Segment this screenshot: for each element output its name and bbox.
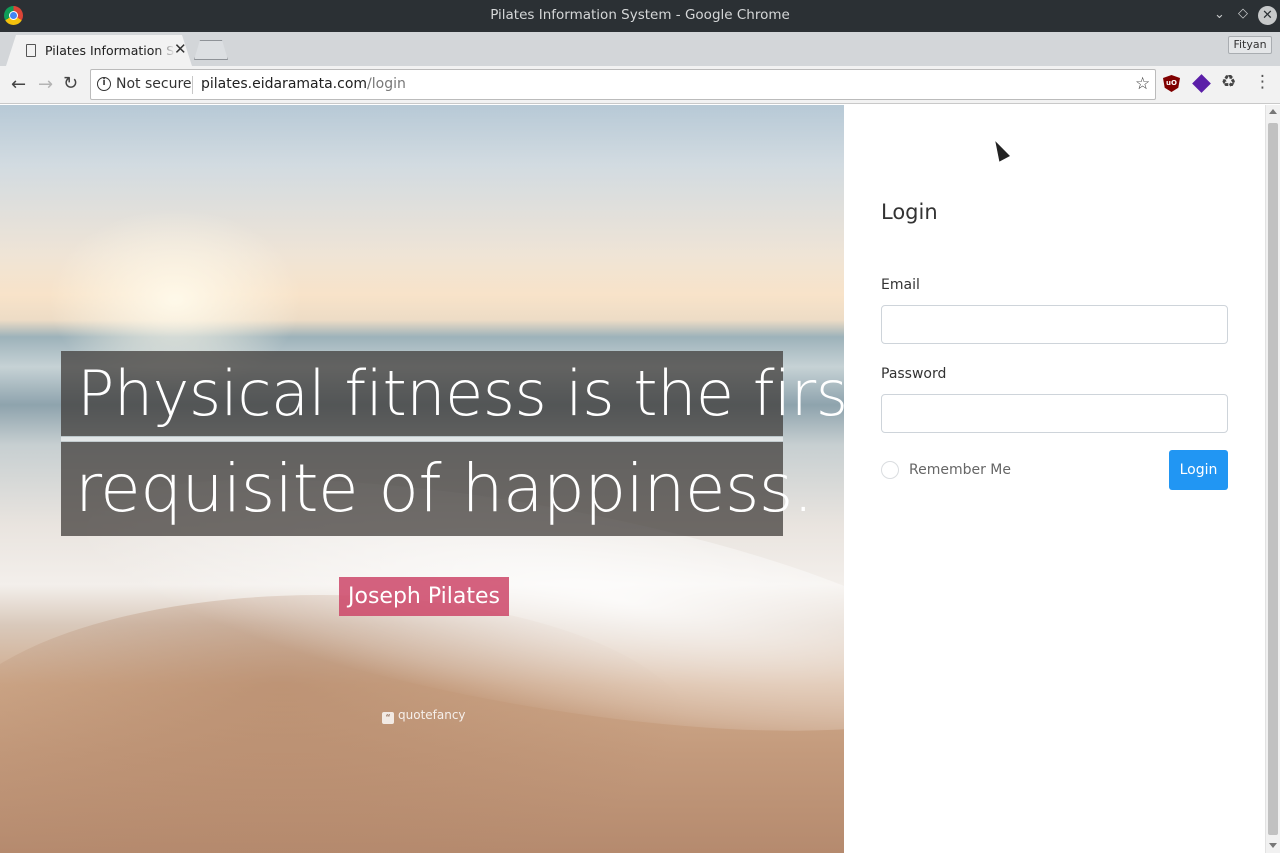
scroll-up-arrow-icon[interactable] [1269, 109, 1277, 114]
chevron-down-icon[interactable]: ⌄ [1214, 7, 1225, 22]
document-icon [26, 44, 36, 57]
page-scrollbar[interactable] [1265, 105, 1280, 853]
quote-author: Joseph Pilates [339, 577, 509, 616]
tab-strip: Pilates Information System ✕ Fityan [0, 32, 1280, 66]
restore-icon[interactable]: ◇ [1238, 6, 1248, 21]
info-icon[interactable]: i [97, 77, 111, 91]
page-viewport: Physical fitness is the first requisite … [0, 105, 1280, 853]
address-bar[interactable]: i Not secure pilates.eidaramata.com/logi… [90, 69, 1156, 100]
login-panel: Login Email Password Remember Me Login [844, 105, 1265, 853]
tab-title: Pilates Information System [45, 43, 175, 58]
new-tab-button[interactable] [194, 40, 228, 60]
login-title: Login [881, 200, 938, 224]
quote-mark-icon: “ [382, 712, 394, 724]
hero-quote-image: Physical fitness is the first requisite … [0, 105, 844, 853]
purple-diamond-icon[interactable] [1192, 74, 1211, 93]
ublock-origin-icon[interactable]: uO [1163, 75, 1180, 92]
remember-me-checkbox[interactable] [881, 461, 899, 479]
url-host: pilates.eidaramata.com [201, 76, 368, 92]
remember-me-label[interactable]: Remember Me [909, 462, 1011, 478]
kebab-menu-icon[interactable]: ⋮ [1254, 72, 1271, 92]
window-titlebar: Pilates Information System - Google Chro… [0, 0, 1280, 32]
close-icon[interactable]: ✕ [1258, 6, 1277, 25]
scrollbar-thumb[interactable] [1268, 123, 1278, 835]
tab-pilates[interactable]: Pilates Information System ✕ [6, 35, 192, 66]
email-label: Email [881, 277, 920, 293]
bookmark-star-icon[interactable]: ☆ [1135, 74, 1150, 94]
password-field[interactable] [881, 394, 1228, 433]
url-text[interactable]: pilates.eidaramata.com/login [201, 76, 406, 92]
login-button[interactable]: Login [1169, 450, 1228, 490]
quote-line-2: requisite of happiness. [61, 442, 814, 536]
forward-arrow-icon[interactable]: → [38, 74, 53, 95]
quotefancy-watermark: “ quotefancy [382, 708, 466, 724]
recycle-icon[interactable]: ♻ [1221, 72, 1236, 92]
browser-toolbar: ← → ↻ i Not secure pilates.eidaramata.co… [0, 66, 1280, 104]
divider [192, 76, 193, 94]
quote-divider [61, 437, 783, 441]
profile-button[interactable]: Fityan [1228, 36, 1272, 54]
scroll-down-arrow-icon[interactable] [1269, 843, 1277, 848]
tab-close-icon[interactable]: ✕ [174, 40, 187, 58]
watermark-text: quotefancy [398, 708, 466, 722]
window-title: Pilates Information System - Google Chro… [490, 7, 790, 23]
url-path: /login [367, 76, 406, 92]
quote-line-1: Physical fitness is the first [61, 351, 844, 436]
security-label[interactable]: Not secure [116, 76, 192, 92]
reload-icon[interactable]: ↻ [63, 73, 78, 94]
email-field[interactable] [881, 305, 1228, 344]
back-arrow-icon[interactable]: ← [11, 74, 26, 95]
password-label: Password [881, 366, 947, 382]
